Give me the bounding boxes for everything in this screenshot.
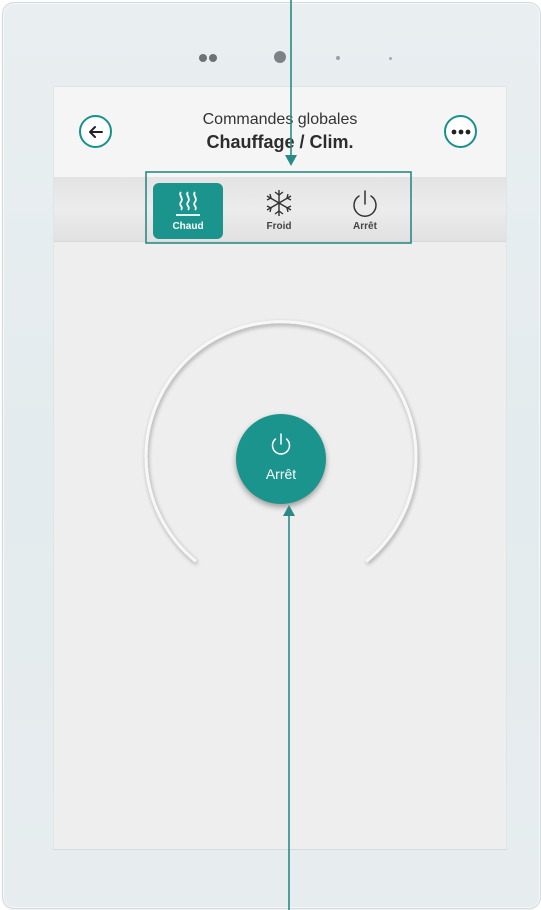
annotation-overlay <box>145 0 412 910</box>
annotation-highlight-box <box>145 171 412 244</box>
annotation-arrow-up <box>283 505 295 516</box>
annotation-arrow-down <box>285 155 297 166</box>
